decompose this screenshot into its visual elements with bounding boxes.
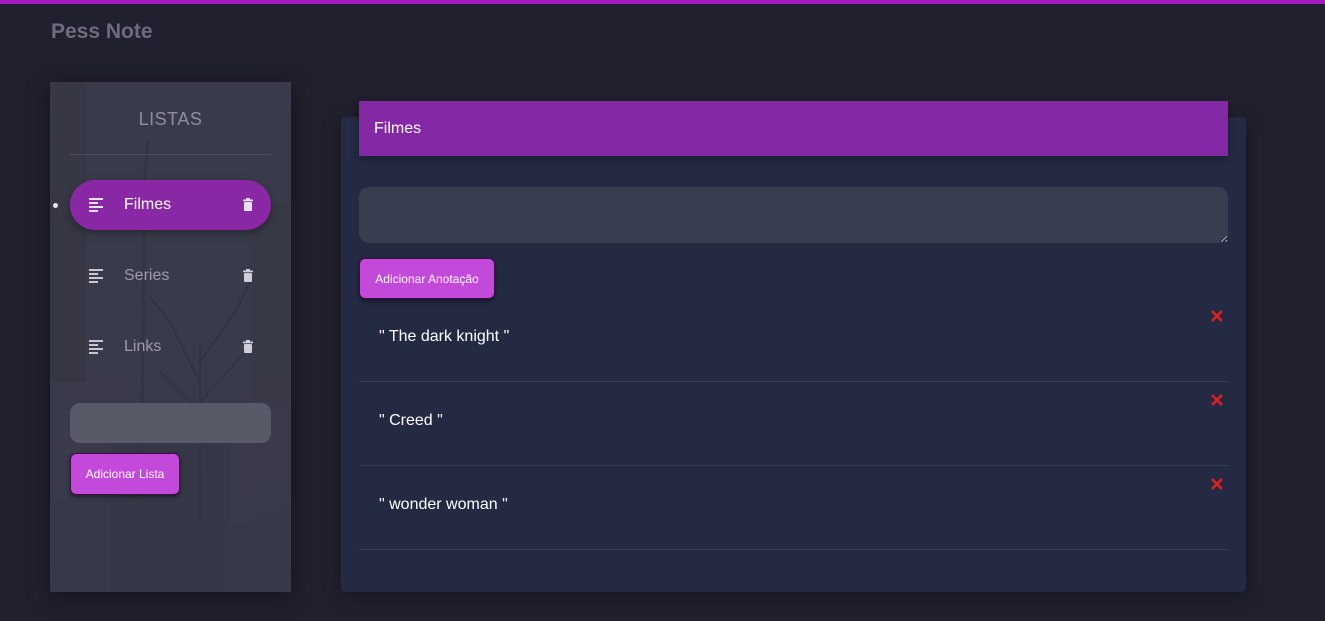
note-item: " Creed " xyxy=(359,382,1228,466)
sidebar-item-label: Series xyxy=(124,267,170,284)
close-icon[interactable] xyxy=(1211,310,1223,322)
close-icon[interactable] xyxy=(1211,478,1223,490)
sidebar-item-links[interactable]: Links xyxy=(70,322,271,372)
trash-icon[interactable] xyxy=(243,198,253,211)
sidebar-item-label: Filmes xyxy=(124,196,172,213)
note-textarea[interactable] xyxy=(359,187,1228,243)
sidebar-item-filmes[interactable]: Filmes xyxy=(70,180,271,230)
sidebar-item-label: Links xyxy=(124,338,162,355)
list-lines-icon xyxy=(89,198,103,212)
close-icon[interactable] xyxy=(1211,394,1223,406)
list-lines-icon xyxy=(89,269,103,283)
sidebar-item-series[interactable]: Series xyxy=(70,251,271,301)
add-note-button[interactable]: Adicionar Anotação xyxy=(359,258,495,299)
trash-icon[interactable] xyxy=(243,269,253,282)
new-list-input[interactable] xyxy=(70,403,271,443)
add-list-button[interactable]: Adicionar Lista xyxy=(70,453,180,495)
note-item: " The dark knight " xyxy=(359,298,1228,382)
sidebar-divider xyxy=(70,154,271,155)
sidebar: LISTAS Filmes Series Links Adicionar Lis… xyxy=(50,82,291,592)
app-title: Pess Note xyxy=(51,20,153,43)
trash-icon[interactable] xyxy=(243,340,253,353)
sidebar-heading: LISTAS xyxy=(138,109,203,129)
note-text: " Creed " xyxy=(379,412,443,429)
notes-panel-title: Filmes xyxy=(374,120,422,137)
top-accent-bar xyxy=(0,0,1325,4)
notes-panel-header: Filmes xyxy=(359,101,1228,156)
active-indicator-dot xyxy=(53,203,58,208)
note-text: " The dark knight " xyxy=(379,328,510,345)
list-lines-icon xyxy=(89,340,103,354)
note-item: " wonder woman " xyxy=(359,466,1228,550)
note-text: " wonder woman " xyxy=(379,496,508,513)
